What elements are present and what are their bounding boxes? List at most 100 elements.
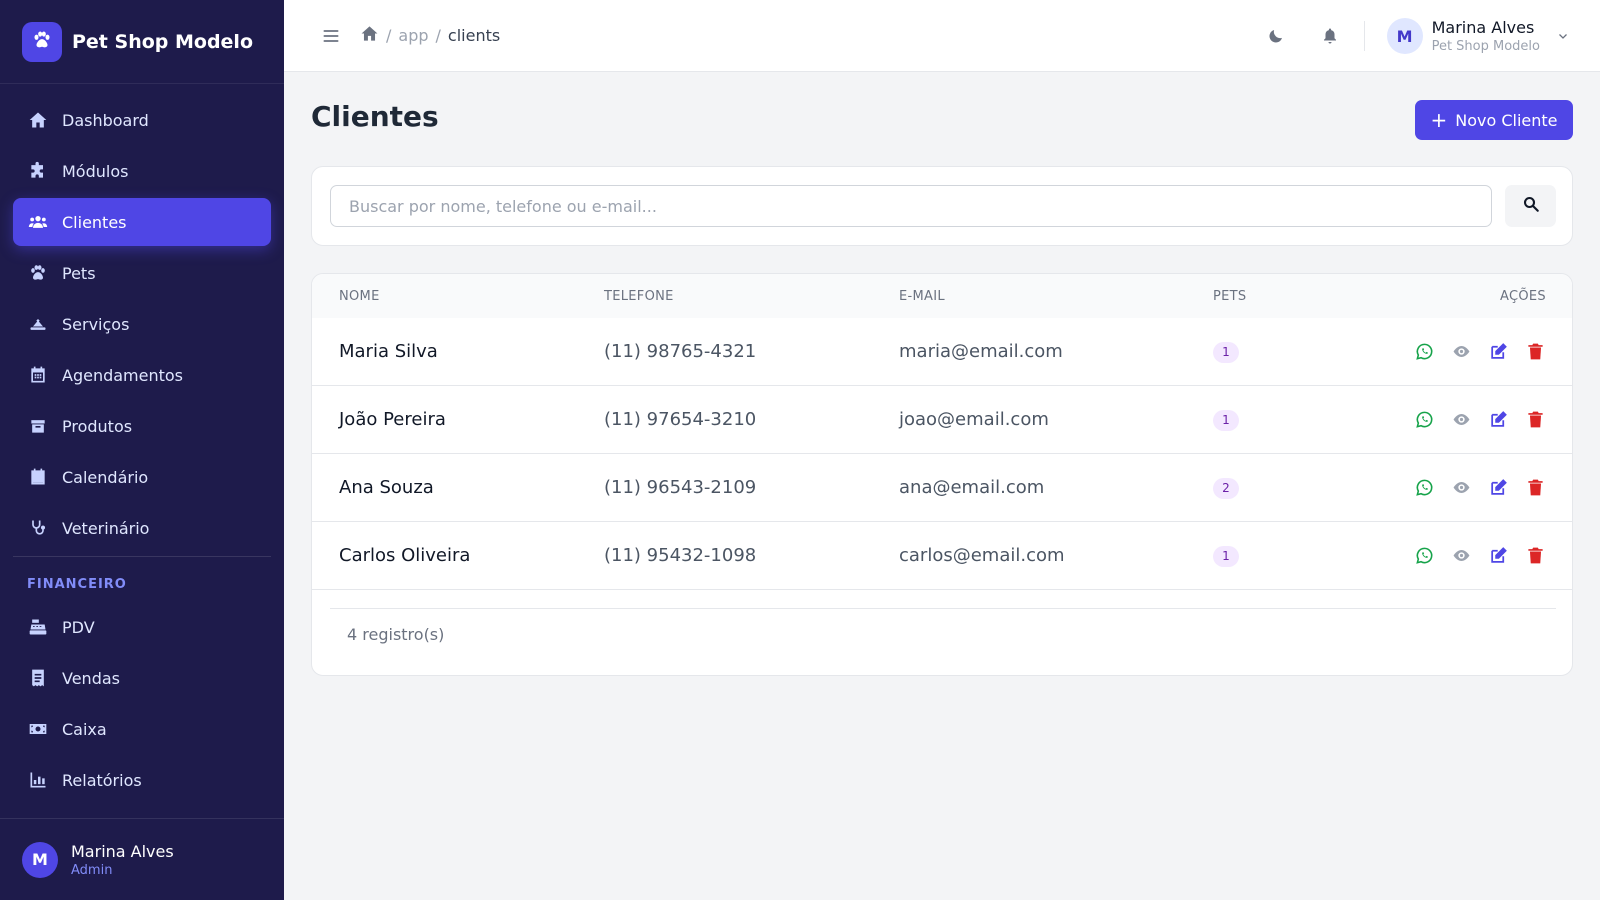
client-phone: (11) 96543-2109 [604, 477, 757, 498]
top-header: / app / clients M Marina Alves Pet Shop … [284, 0, 1600, 72]
edit-icon[interactable] [1487, 341, 1509, 363]
client-phone: (11) 97654-3210 [604, 409, 757, 430]
breadcrumb-app[interactable]: app [398, 26, 428, 45]
avatar: M [1386, 18, 1423, 54]
breadcrumb-separator: / [386, 26, 392, 45]
sidebar-user[interactable]: M Marina Alves Admin [0, 818, 284, 900]
sidebar-item-calendario[interactable]: Calendário [13, 453, 271, 501]
sidebar-item-label: Produtos [62, 416, 133, 436]
nav-section-financeiro: FINANCEIRO [27, 576, 127, 592]
table-row[interactable]: Ana Souza (11) 96543-2109 ana@email.com … [312, 454, 1572, 522]
sidebar-item-label: Vendas [62, 668, 120, 688]
grooming-icon [27, 313, 49, 335]
header-phone[interactable]: TELEFONE [604, 289, 674, 304]
records-count: 4 registro(s) [330, 608, 1556, 660]
sidebar-item-caixa[interactable]: Caixa [13, 705, 271, 753]
table-row[interactable]: João Pereira (11) 97654-3210 joao@email.… [312, 386, 1572, 454]
sidebar-item-vendas[interactable]: Vendas [13, 654, 271, 702]
client-phone: (11) 95432-1098 [604, 545, 757, 566]
paw-icon [27, 262, 49, 284]
money-icon [27, 718, 49, 740]
user-menu[interactable]: M Marina Alves Pet Shop Modelo [1386, 18, 1570, 54]
eye-icon[interactable] [1450, 341, 1472, 363]
edit-icon[interactable] [1487, 545, 1509, 567]
header-email[interactable]: E-MAIL [899, 289, 945, 304]
client-email: maria@email.com [899, 341, 1063, 362]
client-phone: (11) 98765-4321 [604, 341, 757, 362]
sidebar-item-label: Pets [62, 263, 96, 283]
sidebar-user-role: Admin [71, 862, 113, 878]
receipt-icon [27, 667, 49, 689]
paw-icon [31, 29, 53, 55]
menu-icon[interactable] [320, 25, 342, 47]
whatsapp-icon[interactable] [1413, 545, 1435, 567]
avatar: M [22, 841, 58, 878]
pets-count-badge: 1 [1213, 409, 1239, 431]
brand[interactable]: Pet Shop Modelo [0, 0, 284, 84]
client-email: joao@email.com [899, 409, 1049, 430]
bar-chart-icon [27, 769, 49, 791]
sidebar-item-pdv[interactable]: PDV [13, 603, 271, 651]
table-header: NOME TELEFONE E-MAIL PETS AÇÕES [312, 274, 1572, 318]
search-input[interactable] [330, 185, 1492, 227]
whatsapp-icon[interactable] [1413, 409, 1435, 431]
box-icon [27, 415, 49, 437]
eye-icon[interactable] [1450, 545, 1472, 567]
eye-icon[interactable] [1450, 409, 1472, 431]
header-divider [1363, 21, 1365, 51]
breadcrumb: / app / clients [360, 24, 500, 47]
puzzle-icon [27, 160, 49, 182]
sidebar-item-modulos[interactable]: Módulos [13, 147, 271, 195]
client-name: Ana Souza [339, 477, 434, 498]
sidebar-item-dashboard[interactable]: Dashboard [13, 96, 271, 144]
sidebar-item-label: Módulos [62, 161, 129, 181]
sidebar-user-name: Marina Alves [71, 841, 174, 861]
eye-icon[interactable] [1450, 477, 1472, 499]
sidebar-item-label: Caixa [62, 719, 107, 739]
search-icon [1522, 195, 1540, 217]
calendar-grid-icon [27, 364, 49, 386]
header-name[interactable]: NOME [339, 289, 380, 304]
sidebar-item-pets[interactable]: Pets [13, 249, 271, 297]
user-name: Marina Alves [1431, 18, 1535, 37]
sidebar-item-label: Serviços [62, 314, 130, 334]
sidebar-item-servicos[interactable]: Serviços [13, 300, 271, 348]
new-client-button[interactable]: + Novo Cliente [1415, 100, 1573, 140]
client-name: João Pereira [339, 409, 446, 430]
table-row[interactable]: Carlos Oliveira (11) 95432-1098 carlos@e… [312, 522, 1572, 590]
trash-icon[interactable] [1524, 477, 1546, 499]
sidebar-item-label: Clientes [62, 212, 127, 232]
header-pets[interactable]: PETS [1213, 289, 1246, 304]
home-icon[interactable] [360, 24, 379, 47]
trash-icon[interactable] [1524, 341, 1546, 363]
pets-count-badge: 1 [1213, 341, 1239, 363]
sidebar-item-label: Relatórios [62, 770, 142, 790]
sidebar-item-label: Dashboard [62, 110, 149, 130]
client-email: ana@email.com [899, 477, 1045, 498]
home-icon [27, 109, 49, 131]
plus-icon: + [1430, 108, 1448, 132]
search-button[interactable] [1505, 185, 1556, 227]
stethoscope-icon [27, 517, 49, 539]
trash-icon[interactable] [1524, 409, 1546, 431]
bell-icon[interactable] [1318, 24, 1342, 48]
edit-icon[interactable] [1487, 409, 1509, 431]
sidebar-item-produtos[interactable]: Produtos [13, 402, 271, 450]
cash-register-icon [27, 616, 49, 638]
whatsapp-icon[interactable] [1413, 477, 1435, 499]
new-client-label: Novo Cliente [1455, 110, 1558, 130]
edit-icon[interactable] [1487, 477, 1509, 499]
moon-icon[interactable] [1264, 24, 1288, 48]
trash-icon[interactable] [1524, 545, 1546, 567]
sidebar-item-label: Agendamentos [62, 365, 184, 385]
table-row[interactable]: Maria Silva (11) 98765-4321 maria@email.… [312, 318, 1572, 386]
search-card [311, 166, 1573, 246]
header-actions: AÇÕES [1500, 288, 1546, 304]
sidebar-item-agendamentos[interactable]: Agendamentos [13, 351, 271, 399]
whatsapp-icon[interactable] [1413, 341, 1435, 363]
sidebar-nav: Dashboard Módulos Clientes Pets Serviços… [0, 84, 284, 804]
sidebar-item-clientes[interactable]: Clientes [13, 198, 271, 246]
sidebar-item-relatorios[interactable]: Relatórios [13, 756, 271, 804]
chevron-down-icon [1556, 29, 1570, 43]
sidebar-item-veterinario[interactable]: Veterinário [13, 504, 271, 552]
